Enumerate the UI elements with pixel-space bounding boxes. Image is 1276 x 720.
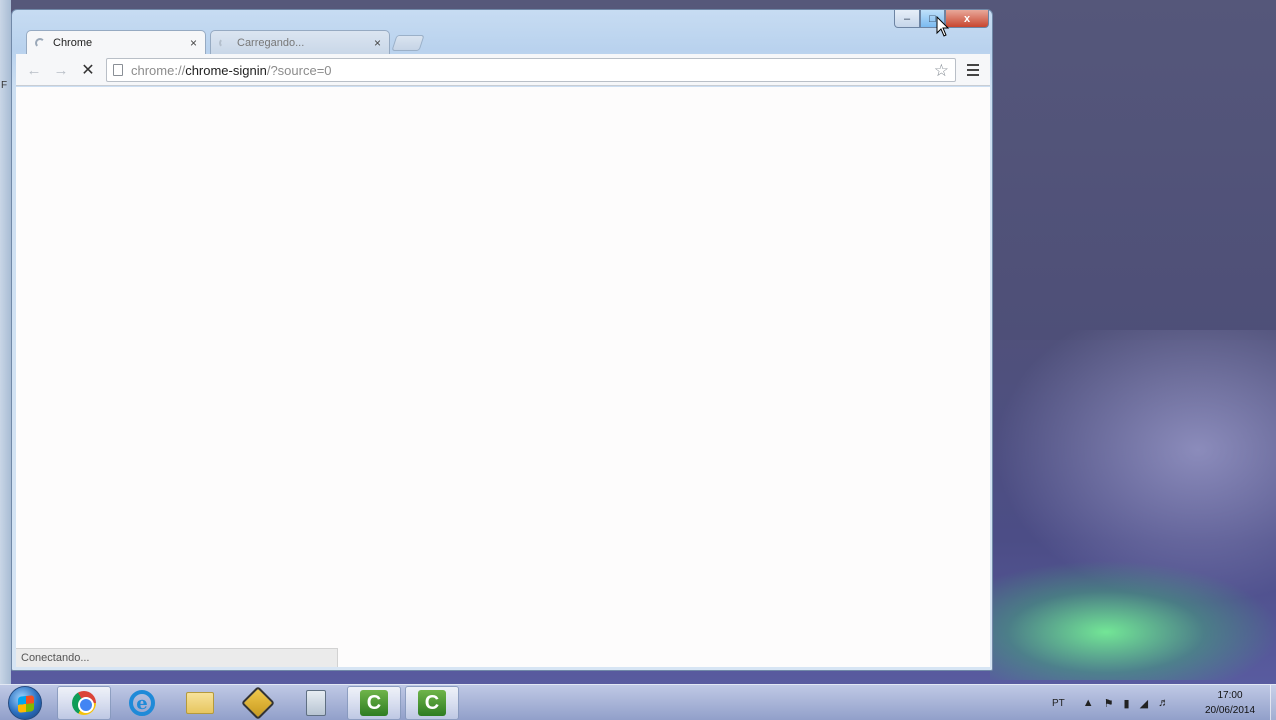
mouse-cursor-icon xyxy=(936,16,950,37)
action-center-flag-icon[interactable]: ⚑ xyxy=(1104,697,1114,710)
minimize-button[interactable]: – xyxy=(894,10,920,28)
browser-toolbar: ← → ✕ chrome://chrome-signin/?source=0 ☆ xyxy=(16,54,990,86)
taskbar-tool[interactable] xyxy=(231,686,285,720)
clock-date: 20/06/2014 xyxy=(1204,705,1256,716)
tab-close-icon[interactable]: × xyxy=(190,36,197,50)
close-window-button[interactable]: x xyxy=(945,10,989,28)
clock[interactable]: 17:00 20/06/2014 xyxy=(1192,688,1268,718)
taskbar-camtasia-2[interactable]: C xyxy=(405,686,459,720)
url-scheme: chrome:// xyxy=(131,62,186,78)
arrow-right-icon: → xyxy=(53,61,69,79)
taskbar-chrome[interactable] xyxy=(57,686,111,720)
url-host: chrome-signin xyxy=(185,62,267,78)
taskbar-calculator[interactable] xyxy=(289,686,343,720)
loading-spinner-icon xyxy=(219,37,229,48)
tab-chrome[interactable]: Chrome × xyxy=(26,30,206,54)
tab-title: Carregando... xyxy=(237,36,305,49)
start-button[interactable] xyxy=(8,686,42,720)
volume-icon[interactable]: ♬ xyxy=(1158,697,1169,709)
windows-logo-icon xyxy=(18,695,34,713)
bookmark-star-icon[interactable]: ☆ xyxy=(934,61,949,81)
url-path: /?source=0 xyxy=(266,62,332,78)
background-window-label: F xyxy=(1,80,8,91)
address-bar[interactable]: chrome://chrome-signin/?source=0 ☆ xyxy=(106,58,956,82)
desktop-wallpaper xyxy=(990,0,1276,340)
page-icon xyxy=(113,64,123,76)
chrome-icon xyxy=(72,691,96,715)
taskbar-file-explorer[interactable] xyxy=(173,686,227,720)
clock-time: 17:00 xyxy=(1217,690,1243,701)
maximize-icon: □ xyxy=(929,12,936,25)
taskbar: e C C PT ▲ ⚑ ▮ ◢ ♬ 17:00 20/06/2014 xyxy=(0,684,1276,720)
calculator-icon xyxy=(306,690,326,716)
folder-icon xyxy=(186,692,214,714)
forward-button[interactable]: → xyxy=(51,60,71,80)
loading-spinner-icon xyxy=(35,37,45,48)
tool-icon xyxy=(241,686,275,720)
show-hidden-icons-icon[interactable]: ▲ xyxy=(1083,697,1094,709)
camtasia-icon: C xyxy=(418,690,446,716)
stop-button[interactable]: ✕ xyxy=(78,60,98,80)
new-tab-button[interactable] xyxy=(391,35,425,51)
chrome-menu-icon[interactable] xyxy=(964,61,982,79)
tab-close-icon[interactable]: × xyxy=(374,36,381,50)
network-signal-icon[interactable]: ◢ xyxy=(1140,697,1148,710)
status-bubble: Conectando... xyxy=(16,648,338,667)
chrome-window: – □ x Chrome × Carregando... × ← → ✕ chr… xyxy=(11,9,993,671)
taskbar-internet-explorer[interactable]: e xyxy=(115,686,169,720)
tab-title: Chrome xyxy=(53,36,93,49)
ie-icon: e xyxy=(129,690,155,716)
stop-x-icon: ✕ xyxy=(81,62,95,79)
taskbar-camtasia-1[interactable]: C xyxy=(347,686,401,720)
back-button[interactable]: ← xyxy=(24,60,44,80)
battery-icon[interactable]: ▮ xyxy=(1124,697,1130,710)
tab-strip: Chrome × Carregando... × xyxy=(20,30,440,54)
system-tray: PT ▲ ⚑ ▮ ◢ ♬ xyxy=(1052,685,1169,720)
close-icon: x xyxy=(963,12,971,25)
wallpaper-green-swoosh xyxy=(990,560,1276,680)
tab-carregando[interactable]: Carregando... × xyxy=(210,30,390,54)
address-url[interactable]: chrome://chrome-signin/?source=0 xyxy=(131,63,332,78)
minimize-icon: – xyxy=(903,12,911,25)
camtasia-icon: C xyxy=(360,690,388,716)
language-indicator[interactable]: PT xyxy=(1052,698,1065,709)
background-window-edge[interactable]: F xyxy=(0,0,11,684)
page-content: Conectando... xyxy=(16,87,990,667)
show-desktop-button[interactable] xyxy=(1270,685,1276,720)
arrow-left-icon: ← xyxy=(26,61,42,79)
